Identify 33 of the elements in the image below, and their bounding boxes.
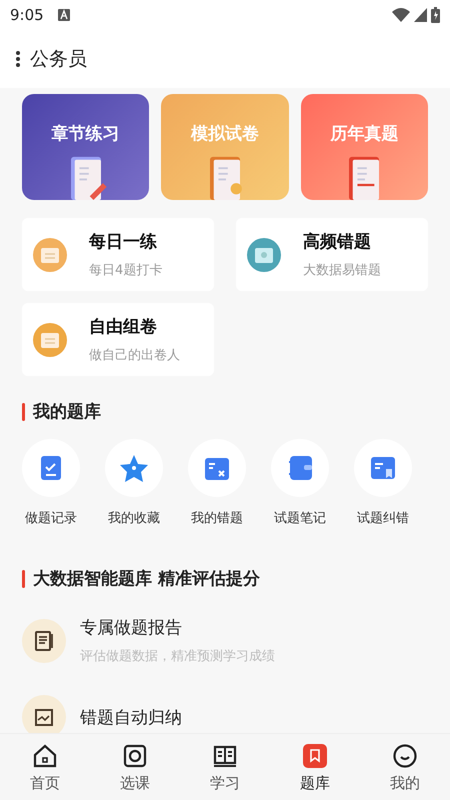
feature-card[interactable]: 每日一练 每日4题打卡 xyxy=(22,218,214,291)
wifi-icon xyxy=(392,8,410,22)
card-subtitle: 每日4题打卡 xyxy=(89,262,162,279)
feature-title: 专属做题报告 xyxy=(80,617,183,639)
more-icon[interactable] xyxy=(16,50,20,68)
section-title: 大数据智能题库 精准评估提分 xyxy=(33,568,260,590)
card-title: 每日一练 xyxy=(89,231,158,253)
nav-tab[interactable]: 首页 xyxy=(0,734,90,800)
card-title: 高频错题 xyxy=(303,231,372,253)
card-subtitle: 大数据易错题 xyxy=(303,262,381,279)
signal-icon xyxy=(414,8,427,22)
feature-description: 评估做题数据，精准预测学习成绩 xyxy=(80,648,275,665)
category-card[interactable]: 章节练习 xyxy=(22,94,150,200)
card-title: 自由组卷 xyxy=(89,316,158,338)
bookmark-icon xyxy=(301,742,329,770)
feature-title: 错题自动归纳 xyxy=(80,706,182,728)
battery-icon xyxy=(431,7,440,23)
home-icon xyxy=(31,742,59,770)
feature-card[interactable]: 高频错题 大数据易错题 xyxy=(236,218,428,291)
report-icon xyxy=(22,618,66,662)
feature-card[interactable]: 自由组卷 做自己的出卷人 xyxy=(22,303,214,376)
nav-tab[interactable]: 我的 xyxy=(360,734,450,800)
notification-icon xyxy=(58,9,70,21)
picture-icon xyxy=(22,695,66,733)
section-title: 我的题库 xyxy=(33,401,101,423)
nav-tab[interactable]: 题库 xyxy=(270,734,360,800)
note-icon xyxy=(33,322,67,356)
nav-tab[interactable]: 学习 xyxy=(180,734,270,800)
card-subtitle: 做自己的出卷人 xyxy=(89,347,180,364)
smiley-icon xyxy=(391,742,419,770)
nav-tab[interactable]: 选课 xyxy=(90,734,180,800)
page-title: 公务员 xyxy=(30,47,87,72)
status-time: 9:05 xyxy=(10,6,44,24)
